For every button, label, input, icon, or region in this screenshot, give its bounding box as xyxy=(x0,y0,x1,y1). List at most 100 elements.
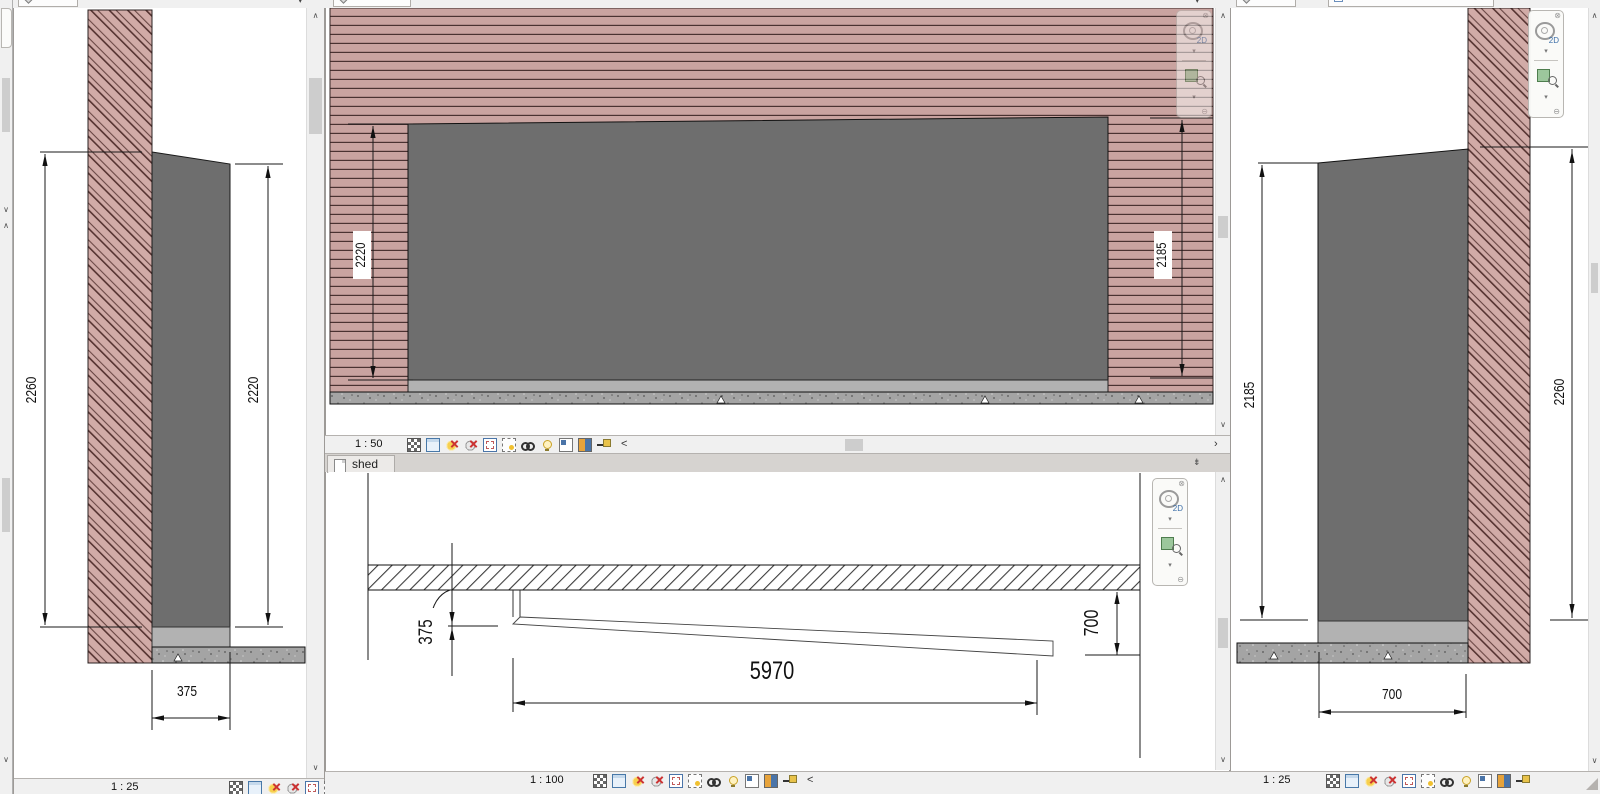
navbar-close-icon[interactable]: ⊗ xyxy=(1554,11,1561,20)
visual-style-icon[interactable] xyxy=(612,774,626,788)
dim-label-375[interactable]: 375 xyxy=(417,608,439,656)
navigation-bar[interactable]: ⊗ 2D ▾ ▾ ⊖ xyxy=(1152,478,1188,586)
scroll-right-icon[interactable]: › xyxy=(1214,438,1218,450)
reveal-constraints-icon[interactable] xyxy=(597,438,611,452)
dim-label-2260[interactable]: 2260 xyxy=(24,366,42,414)
tab-model-issue-sheet[interactable]: RG001 - Model Issue Sheet xyxy=(1328,0,1494,7)
reveal-hidden-elements-icon[interactable] xyxy=(726,774,740,788)
tab-shed1[interactable]: shed1 xyxy=(1236,0,1296,7)
vscroll-shed[interactable]: ∧ ∨ xyxy=(1215,472,1230,770)
analytical-model-icon[interactable] xyxy=(764,774,778,788)
crop-view-icon[interactable] xyxy=(669,774,683,788)
navbar-close-icon[interactable]: ⊗ xyxy=(1178,479,1185,488)
detail-level-icon[interactable] xyxy=(229,781,243,794)
scale-shed[interactable]: 1 : 100 xyxy=(530,774,564,786)
temporary-hide-isolate-icon[interactable] xyxy=(707,774,721,788)
visual-style-icon[interactable] xyxy=(426,438,440,452)
dim-label-700[interactable]: 700 xyxy=(1376,687,1408,704)
scroll-down-icon[interactable]: ∨ xyxy=(0,204,12,216)
steering-wheel-icon[interactable]: 2D xyxy=(1159,490,1181,510)
tab-shed2[interactable]: shed2 ✕ xyxy=(333,0,411,7)
navbar-close-icon[interactable]: ⊗ xyxy=(1202,11,1209,20)
sun-path-icon[interactable] xyxy=(631,774,645,788)
dim-label-2220[interactable]: 2220 xyxy=(353,231,371,279)
scroll-down-icon[interactable]: ∨ xyxy=(1216,419,1230,431)
temporary-view-properties-icon[interactable] xyxy=(559,438,573,452)
scale-shed2[interactable]: 1 : 50 xyxy=(355,438,383,450)
tab-shed3[interactable]: shed3 xyxy=(18,0,78,7)
shadows-icon[interactable] xyxy=(464,438,478,452)
wheel-options-caret[interactable]: ▾ xyxy=(1177,47,1211,55)
vscroll-shed3[interactable]: ∧ ∨ xyxy=(306,8,324,778)
dim-label-375[interactable]: 375 xyxy=(171,684,203,700)
dim-label-700[interactable]: 700 xyxy=(1082,599,1106,647)
dim-label-2260[interactable]: 2260 xyxy=(1552,368,1570,416)
dim-label-2220[interactable]: 2220 xyxy=(246,366,264,414)
wheel-options-caret[interactable]: ▾ xyxy=(1153,515,1187,523)
sun-path-icon[interactable] xyxy=(267,781,281,794)
crop-view-icon[interactable] xyxy=(305,781,319,794)
scrollbar-thumb[interactable] xyxy=(1591,263,1598,293)
scrollbar-thumb[interactable] xyxy=(1218,216,1228,238)
navigation-bar[interactable]: ⊗ 2D ▾ ▾ ⊖ xyxy=(1528,10,1564,118)
scroll-down-icon[interactable]: ∨ xyxy=(0,754,12,766)
temporary-view-properties-icon[interactable] xyxy=(745,774,759,788)
steering-wheel-icon[interactable]: 2D xyxy=(1535,22,1557,42)
navbar-collapse-icon[interactable]: ⊖ xyxy=(1201,107,1208,116)
temporary-hide-isolate-icon[interactable] xyxy=(1440,774,1454,788)
close-icon[interactable]: ✕ xyxy=(394,0,402,1)
crop-region-icon[interactable] xyxy=(502,438,516,452)
navbar-collapse-icon[interactable]: ⊖ xyxy=(1177,575,1184,584)
scrollbar-thumb[interactable] xyxy=(1218,618,1228,648)
detail-level-icon[interactable] xyxy=(593,774,607,788)
crop-view-icon[interactable] xyxy=(1402,774,1416,788)
reveal-hidden-elements-icon[interactable] xyxy=(540,438,554,452)
scroll-down-icon[interactable]: ∨ xyxy=(1589,755,1600,767)
sun-path-icon[interactable] xyxy=(1364,774,1378,788)
tab-shed[interactable]: shed xyxy=(327,455,395,473)
scroll-up-icon[interactable]: ∧ xyxy=(0,220,12,232)
temporary-view-properties-icon[interactable] xyxy=(1478,774,1492,788)
scroll-down-icon[interactable]: ∨ xyxy=(307,762,324,774)
reveal-constraints-icon[interactable] xyxy=(1516,774,1530,788)
analytical-model-icon[interactable] xyxy=(578,438,592,452)
scrollbar-thumb[interactable] xyxy=(309,78,322,134)
vscroll-shed2[interactable]: ∧ ∨ xyxy=(1215,8,1230,435)
scroll-up-icon[interactable]: ∧ xyxy=(1589,10,1600,22)
scale-shed3[interactable]: 1 : 25 xyxy=(111,781,139,793)
region-zoom-icon[interactable] xyxy=(1161,535,1181,553)
scroll-up-icon[interactable]: ∧ xyxy=(1216,474,1230,486)
scroll-up-icon[interactable]: ∧ xyxy=(307,10,324,22)
crop-region-icon[interactable] xyxy=(688,774,702,788)
shadows-icon[interactable] xyxy=(1383,774,1397,788)
visual-style-icon[interactable] xyxy=(1345,774,1359,788)
shadows-icon[interactable] xyxy=(286,781,300,794)
scrollbar-thumb[interactable] xyxy=(2,78,10,132)
crop-region-icon[interactable] xyxy=(1421,774,1435,788)
temporary-hide-isolate-icon[interactable] xyxy=(521,438,535,452)
tab-list-caret[interactable]: ▾ xyxy=(1195,0,1200,5)
reveal-hidden-elements-icon[interactable] xyxy=(1459,774,1473,788)
drawing-shed2[interactable] xyxy=(329,8,1215,435)
detail-level-icon[interactable] xyxy=(407,438,421,452)
navbar-collapse-icon[interactable]: ⊖ xyxy=(1553,107,1560,116)
detail-level-icon[interactable] xyxy=(1326,774,1340,788)
tab-list-caret[interactable]: ▾ xyxy=(298,0,303,5)
dim-label-2185[interactable]: 2185 xyxy=(1242,371,1260,419)
shadows-icon[interactable] xyxy=(650,774,664,788)
zoom-options-caret[interactable]: ▾ xyxy=(1177,93,1211,101)
navigation-bar[interactable]: ⊗ 2D ▾ ▾ ⊖ xyxy=(1176,10,1212,118)
zoom-options-caret[interactable]: ▾ xyxy=(1529,93,1563,101)
visual-style-icon[interactable] xyxy=(248,781,262,794)
steering-wheel-icon[interactable]: 2D xyxy=(1183,22,1205,42)
sun-path-icon[interactable] xyxy=(445,438,459,452)
dim-label-5970[interactable]: 5970 xyxy=(740,658,804,685)
analytical-model-icon[interactable] xyxy=(1497,774,1511,788)
restore-pane-icon[interactable]: ⇟ xyxy=(1193,457,1201,468)
drawing-shed1[interactable] xyxy=(1234,8,1588,771)
scale-shed1[interactable]: 1 : 25 xyxy=(1263,774,1291,786)
resize-grip[interactable] xyxy=(1586,778,1598,790)
region-zoom-icon[interactable] xyxy=(1185,67,1205,85)
crop-view-icon[interactable] xyxy=(483,438,497,452)
reveal-constraints-icon[interactable] xyxy=(783,774,797,788)
